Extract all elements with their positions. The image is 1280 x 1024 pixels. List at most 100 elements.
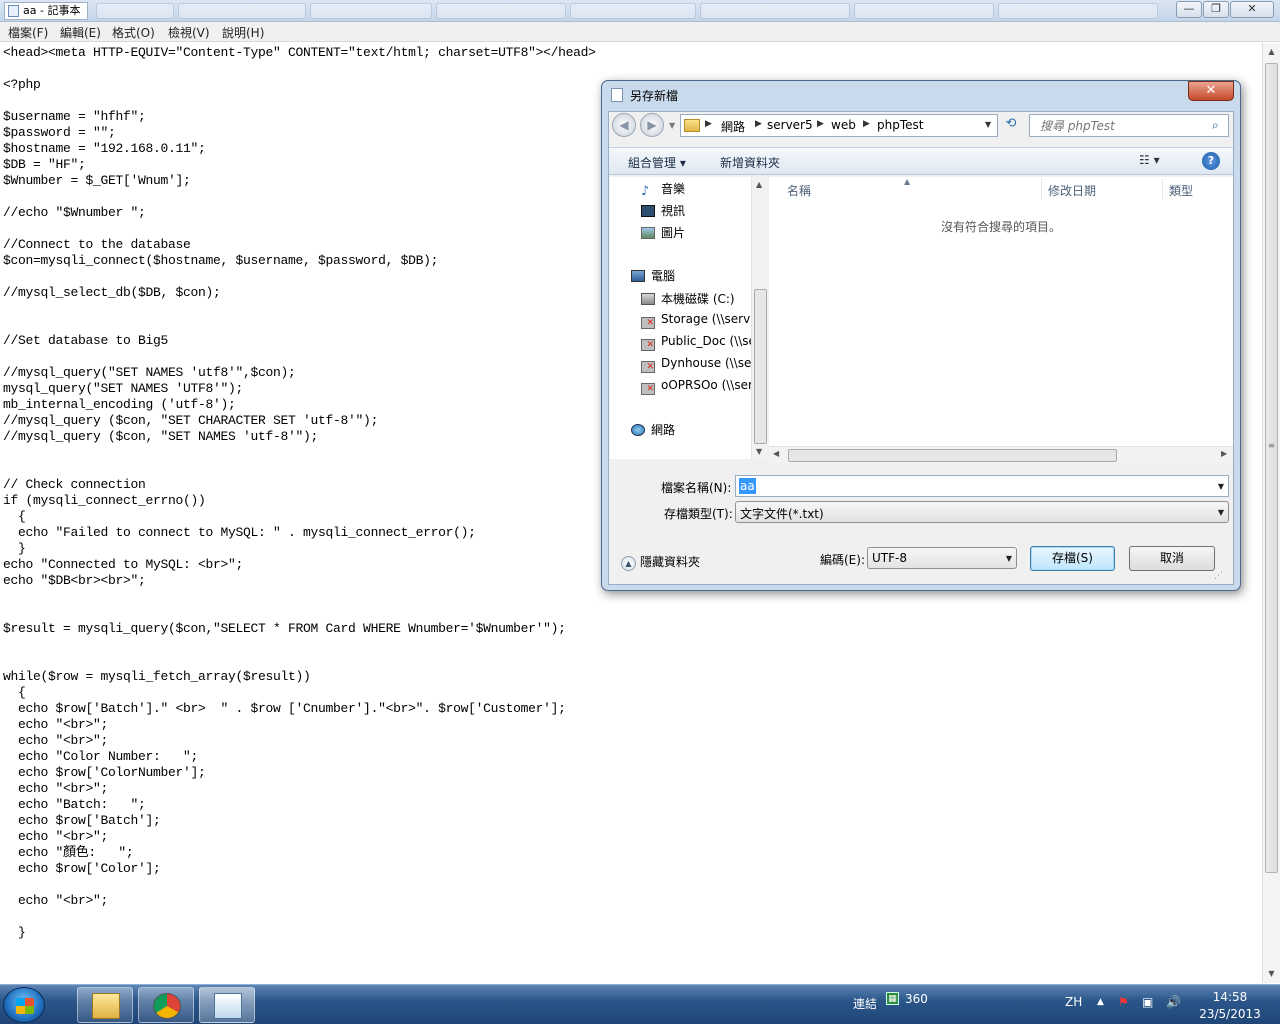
nav-item-dynhouse[interactable]: ✕ Dynhouse (\\ser	[641, 356, 751, 373]
breadcrumb-separator-icon[interactable]: ▶	[863, 119, 870, 129]
nav-item-storage[interactable]: ✕ Storage (\\serve	[641, 312, 751, 329]
file-list-pane[interactable]: ▲ 名稱 修改日期 類型 沒有符合搜尋的項目。	[769, 177, 1233, 459]
tray-360-label[interactable]: 360	[905, 992, 928, 1006]
taskbar-explorer[interactable]	[77, 987, 133, 1023]
code-line[interactable]: $hostname = "192.168.0.11";	[3, 141, 596, 157]
show-hidden-icons-icon[interactable]: ▲	[1097, 997, 1104, 1007]
help-icon[interactable]: ?	[1202, 152, 1220, 170]
history-dropdown-icon[interactable]: ▼	[669, 121, 675, 130]
code-line[interactable]: //Set database to Big5	[3, 333, 596, 349]
encoding-dropdown-icon[interactable]: ▼	[1006, 554, 1012, 563]
network-status-icon[interactable]: ▣	[1142, 995, 1153, 1009]
code-line[interactable]: $DB = "HF";	[3, 157, 596, 173]
breadcrumb-network[interactable]: 網路	[721, 118, 745, 135]
breadcrumb-web[interactable]: web	[831, 118, 856, 132]
taskbar-notepad[interactable]	[199, 987, 255, 1023]
nav-item-pictures[interactable]: 圖片	[641, 224, 685, 241]
code-line[interactable]: //Connect to the database	[3, 237, 596, 253]
menu-help[interactable]: 說明(H)	[222, 24, 264, 41]
code-line[interactable]: echo "顏色: ";	[3, 845, 596, 861]
forward-arrow-icon[interactable]: ▶	[640, 113, 664, 137]
nav-pane-scrollbar[interactable]: ▲ ▼	[751, 177, 768, 459]
code-line[interactable]	[3, 93, 596, 109]
breadcrumb-phptest[interactable]: phpTest	[877, 118, 923, 132]
column-divider[interactable]	[1041, 179, 1042, 199]
start-button[interactable]	[3, 987, 45, 1023]
code-line[interactable]: echo $row['ColorNumber'];	[3, 765, 596, 781]
code-line[interactable]: }	[3, 541, 596, 557]
filename-dropdown-icon[interactable]: ▼	[1218, 482, 1224, 491]
organize-button[interactable]: 組合管理 ▾	[628, 154, 686, 171]
code-line[interactable]: if (mysqli_connect_errno())	[3, 493, 596, 509]
code-line[interactable]: $result = mysqli_query($con,"SELECT * FR…	[3, 621, 596, 637]
code-line[interactable]: //mysql_query ($con, "SET CHARACTER SET …	[3, 413, 596, 429]
background-tab[interactable]	[998, 3, 1158, 19]
code-line[interactable]	[3, 349, 596, 365]
code-line[interactable]	[3, 461, 596, 477]
code-line[interactable]: <?php	[3, 77, 596, 93]
code-line[interactable]	[3, 605, 596, 621]
code-line[interactable]: mb_internal_encoding ('utf-8');	[3, 397, 596, 413]
code-line[interactable]: }	[3, 925, 596, 941]
save-button[interactable]: 存檔(S)	[1030, 546, 1115, 571]
code-line[interactable]: {	[3, 509, 596, 525]
language-indicator[interactable]: ZH	[1065, 995, 1082, 1009]
code-line[interactable]	[3, 189, 596, 205]
search-icon[interactable]: ⌕	[1212, 118, 1219, 133]
code-line[interactable]: echo $row['Batch'];	[3, 813, 596, 829]
code-line[interactable]: echo "Connected to MySQL: <br>";	[3, 557, 596, 573]
scroll-down-arrow-icon[interactable]: ▼	[1263, 965, 1280, 982]
code-line[interactable]	[3, 221, 596, 237]
code-line[interactable]: //mysql_query("SET NAMES 'utf8'",$con);	[3, 365, 596, 381]
nav-item-computer[interactable]: 電腦	[631, 267, 675, 284]
action-center-icon[interactable]: ⚑	[1118, 995, 1129, 1009]
encoding-select[interactable]: UTF-8 ▼	[867, 547, 1017, 569]
breadcrumb-separator-icon[interactable]: ▶	[705, 119, 712, 129]
code-line[interactable]: mysql_query("SET NAMES 'UTF8'");	[3, 381, 596, 397]
scrollbar-thumb[interactable]	[754, 289, 767, 444]
code-line[interactable]: $con=mysqli_connect($hostname, $username…	[3, 253, 596, 269]
code-line[interactable]	[3, 61, 596, 77]
view-options-icon[interactable]: ☷ ▾	[1139, 153, 1160, 167]
scroll-down-arrow-icon[interactable]: ▼	[756, 447, 762, 456]
nav-item-local-disk[interactable]: 本機磁碟 (C:)	[641, 290, 751, 307]
column-name[interactable]: 名稱	[787, 182, 811, 199]
nav-item-public-doc[interactable]: ✕ Public_Doc (\\se	[641, 334, 751, 351]
code-text[interactable]: <head><meta HTTP-EQUIV="Content-Type" CO…	[3, 45, 596, 941]
nav-item-music[interactable]: ♪ 音樂	[641, 180, 685, 197]
minimize-button[interactable]: —	[1176, 1, 1202, 18]
background-tab[interactable]	[96, 3, 174, 19]
notepad-tab[interactable]: aa - 記事本	[4, 2, 88, 20]
breadcrumb-server5[interactable]: server5	[767, 118, 813, 132]
dialog-close-button[interactable]: ✕	[1188, 81, 1234, 101]
address-bar[interactable]: ▶ 網路 ▶ server5 ▶ web ▶ phpTest ▼	[680, 114, 998, 137]
code-line[interactable]: echo $row['Color'];	[3, 861, 596, 877]
security-icon[interactable]: ▦	[886, 992, 899, 1005]
menu-file[interactable]: 檔案(F)	[8, 24, 48, 41]
tray-connect-label[interactable]: 連結	[853, 995, 877, 1012]
code-line[interactable]: echo "<br>";	[3, 781, 596, 797]
code-line[interactable]: echo "Color Number: ";	[3, 749, 596, 765]
code-line[interactable]: //mysql_query ($con, "SET NAMES 'utf-8'"…	[3, 429, 596, 445]
code-line[interactable]: echo "<br>";	[3, 829, 596, 845]
code-line[interactable]	[3, 301, 596, 317]
code-line[interactable]: $password = "";	[3, 125, 596, 141]
cancel-button[interactable]: 取消	[1129, 546, 1215, 571]
column-type[interactable]: 類型	[1169, 182, 1193, 199]
filename-field[interactable]: aa ▼	[735, 475, 1229, 497]
refresh-icon[interactable]: ⟲	[1001, 116, 1021, 136]
code-line[interactable]: echo "$DB<br><br>";	[3, 573, 596, 589]
code-line[interactable]: echo "Failed to connect to MySQL: " . my…	[3, 525, 596, 541]
volume-icon[interactable]: 🔊	[1166, 995, 1181, 1009]
resize-grip-icon[interactable]: ⋰	[1214, 571, 1223, 581]
clock[interactable]: 14:58 23/5/2013	[1190, 989, 1270, 1023]
back-arrow-icon[interactable]: ◀	[612, 113, 636, 137]
code-line[interactable]: echo "<br>";	[3, 717, 596, 733]
editor-vertical-scrollbar[interactable]: ▲ ≡ ▼	[1262, 43, 1280, 983]
scrollbar-thumb[interactable]	[788, 449, 1117, 462]
search-box[interactable]: ⌕	[1029, 114, 1229, 137]
code-line[interactable]: //mysql_select_db($DB, $con);	[3, 285, 596, 301]
nav-item-ooprsoo[interactable]: ✕ oOPRSOo (\\ser	[641, 378, 751, 395]
code-line[interactable]: $Wnumber = $_GET['Wnum'];	[3, 173, 596, 189]
code-line[interactable]: echo "<br>";	[3, 893, 596, 909]
